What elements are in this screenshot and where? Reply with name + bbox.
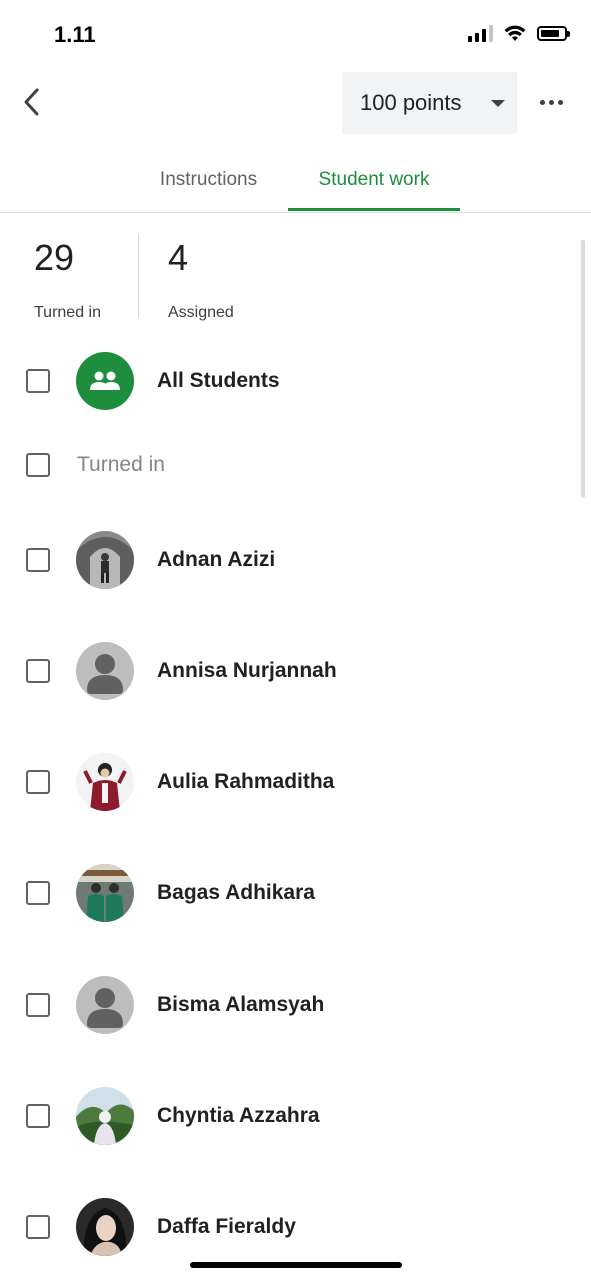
- student-checkbox[interactable]: [26, 659, 50, 683]
- all-students-row[interactable]: All Students: [0, 351, 560, 411]
- turned-in-section-row[interactable]: Turned in: [0, 435, 560, 495]
- default-avatar-icon: [76, 976, 134, 1034]
- app-bar: 100 points: [0, 70, 591, 136]
- student-row[interactable]: Bisma Alamsyah: [0, 975, 560, 1035]
- stats-summary: 29 Turned in 4 Assigned: [0, 230, 591, 325]
- student-avatar: [76, 1198, 134, 1256]
- caret-down-icon: [491, 100, 505, 107]
- assigned-count: 4: [168, 237, 189, 278]
- student-avatar: [76, 531, 134, 589]
- stat-assigned[interactable]: 4 Assigned: [168, 230, 234, 322]
- chevron-left-icon: [24, 88, 39, 116]
- scrollbar[interactable]: [581, 240, 585, 498]
- points-label: 100 points: [360, 90, 462, 115]
- home-indicator[interactable]: [190, 1262, 402, 1268]
- student-row[interactable]: Chyntia Azzahra: [0, 1086, 560, 1146]
- status-bar: 1.11: [0, 0, 591, 70]
- student-name: Adnan Azizi: [157, 548, 276, 571]
- back-button[interactable]: [14, 82, 50, 122]
- more-horizontal-icon: [539, 99, 545, 105]
- group-icon: [76, 352, 134, 410]
- student-avatar: [76, 753, 134, 811]
- student-name: Chyntia Azzahra: [157, 1104, 320, 1127]
- turned-in-section-label: Turned in: [77, 453, 165, 476]
- tab-student-work[interactable]: Student work: [288, 150, 460, 210]
- status-time: 1.11: [54, 22, 96, 47]
- points-dropdown[interactable]: 100 points: [342, 72, 517, 134]
- turned-in-count: 29: [34, 237, 75, 278]
- wifi-icon: [504, 25, 526, 41]
- student-name: Daffa Fieraldy: [157, 1215, 296, 1238]
- battery-icon: [537, 25, 570, 41]
- all-students-checkbox[interactable]: [26, 369, 50, 393]
- student-row[interactable]: Bagas Adhikara: [0, 863, 560, 923]
- student-avatar: [76, 864, 134, 922]
- turned-in-label: Turned in: [34, 304, 101, 321]
- student-checkbox[interactable]: [26, 770, 50, 794]
- all-students-label: All Students: [157, 369, 280, 392]
- student-row[interactable]: Daffa Fieraldy: [0, 1197, 560, 1257]
- tab-bar: Instructions Student work: [0, 150, 591, 213]
- student-checkbox[interactable]: [26, 1215, 50, 1239]
- student-row[interactable]: Aulia Rahmaditha: [0, 752, 560, 812]
- student-name: Aulia Rahmaditha: [157, 770, 335, 793]
- turned-in-section-checkbox[interactable]: [26, 453, 50, 477]
- more-button[interactable]: [534, 90, 568, 114]
- student-checkbox[interactable]: [26, 881, 50, 905]
- student-name: Bisma Alamsyah: [157, 993, 325, 1016]
- status-icons: [468, 24, 570, 42]
- student-row[interactable]: Annisa Nurjannah: [0, 641, 560, 701]
- assigned-label: Assigned: [168, 304, 234, 321]
- default-avatar-icon: [76, 642, 134, 700]
- tab-indicator: [288, 208, 460, 211]
- stat-turned-in[interactable]: 29 Turned in: [34, 230, 101, 322]
- student-name: Bagas Adhikara: [157, 881, 315, 904]
- student-checkbox[interactable]: [26, 993, 50, 1017]
- tab-instructions[interactable]: Instructions: [136, 150, 281, 210]
- student-row[interactable]: Adnan Azizi: [0, 530, 560, 590]
- signal-icon: [468, 24, 493, 42]
- student-checkbox[interactable]: [26, 548, 50, 572]
- student-name: Annisa Nurjannah: [157, 659, 337, 682]
- student-checkbox[interactable]: [26, 1104, 50, 1128]
- stat-divider: [138, 234, 139, 318]
- student-avatar: [76, 1087, 134, 1145]
